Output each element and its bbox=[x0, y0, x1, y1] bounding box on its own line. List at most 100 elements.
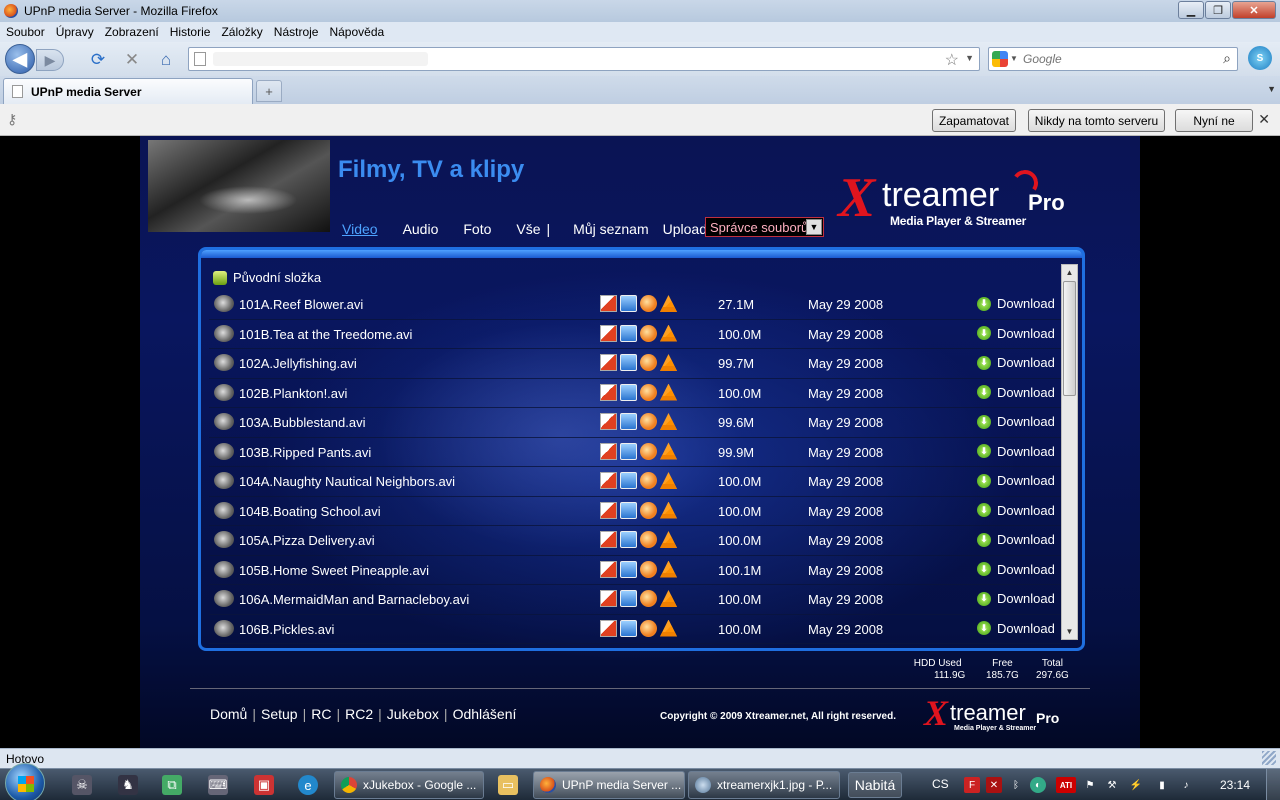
volume-icon[interactable]: ♪ bbox=[1178, 777, 1194, 793]
tv-play-icon[interactable] bbox=[620, 501, 637, 519]
forward-button[interactable]: ▶ bbox=[36, 49, 64, 71]
vlc-icon[interactable] bbox=[660, 295, 677, 312]
vlc-icon[interactable] bbox=[660, 560, 677, 578]
tv-play-icon[interactable] bbox=[620, 413, 637, 430]
tv-play-icon[interactable] bbox=[620, 354, 637, 371]
vlc-icon[interactable] bbox=[660, 413, 677, 430]
menu-zobrazeni[interactable]: Zobrazení bbox=[105, 25, 159, 39]
scroll-down-icon[interactable]: ▼ bbox=[1062, 624, 1077, 639]
nav-audio[interactable]: Audio bbox=[403, 221, 439, 237]
footer-link-rc[interactable]: RC bbox=[311, 706, 331, 722]
file-list-scrollbar[interactable]: ▲ ▼ bbox=[1061, 264, 1078, 640]
tv-play-icon[interactable] bbox=[620, 442, 637, 460]
menu-upravy[interactable]: Úpravy bbox=[56, 25, 94, 39]
tab-list-icon[interactable]: ▼ bbox=[1267, 84, 1276, 94]
taskbar-window-chrome[interactable]: xJukebox - Google ... bbox=[334, 771, 484, 799]
nav-video[interactable]: Video bbox=[342, 221, 378, 237]
download-link[interactable]: ⬇ Download bbox=[977, 473, 1055, 488]
remember-password-button[interactable]: Zapamatovat bbox=[932, 109, 1016, 132]
media-player-icon[interactable] bbox=[640, 324, 657, 342]
tools-icon[interactable]: ⚒ bbox=[1104, 777, 1120, 793]
back-button[interactable]: ◀ bbox=[5, 44, 35, 74]
tv-play-icon[interactable] bbox=[620, 383, 637, 401]
nav-foto[interactable]: Foto bbox=[463, 221, 491, 237]
bluetooth-icon[interactable]: ᛒ bbox=[1008, 777, 1024, 793]
file-name-link[interactable]: 104B.Boating School.avi bbox=[239, 504, 381, 519]
download-link[interactable]: ⬇ Download bbox=[977, 591, 1055, 606]
download-link[interactable]: ⬇ Download bbox=[977, 621, 1055, 636]
battery-status[interactable]: Nabitá bbox=[848, 772, 902, 798]
footer-link-rc2[interactable]: RC2 bbox=[345, 706, 373, 722]
footer-link-odhlaseni[interactable]: Odhlášení bbox=[453, 706, 517, 722]
tv-play-icon[interactable] bbox=[620, 590, 637, 607]
minimize-button[interactable]: ▁ bbox=[1178, 1, 1204, 19]
search-icon[interactable]: ⌕ bbox=[1223, 50, 1231, 67]
vlc-icon[interactable] bbox=[660, 501, 677, 519]
scroll-thumb[interactable] bbox=[1063, 281, 1076, 396]
download-link[interactable]: ⬇ Download bbox=[977, 532, 1055, 547]
tray-sync-icon[interactable]: ◐ bbox=[1030, 777, 1046, 793]
file-name-link[interactable]: 106B.Pickles.avi bbox=[239, 622, 334, 637]
tv-play-icon[interactable] bbox=[620, 472, 637, 489]
new-tab-button[interactable]: + bbox=[256, 80, 282, 102]
tv-play-icon[interactable] bbox=[620, 295, 637, 312]
menu-napoveda[interactable]: Nápověda bbox=[329, 25, 384, 39]
file-manager-select[interactable]: Správce souborů ▼ bbox=[705, 217, 824, 237]
file-name-link[interactable]: 102B.Plankton!.avi bbox=[239, 386, 347, 401]
footer-link-domu[interactable]: Domů bbox=[210, 706, 247, 722]
media-player-icon[interactable] bbox=[640, 590, 657, 607]
never-for-site-button[interactable]: Nikdy na tomto serveru bbox=[1028, 109, 1165, 132]
file-name-link[interactable]: 103B.Ripped Pants.avi bbox=[239, 445, 371, 460]
convert-icon[interactable] bbox=[600, 324, 617, 342]
stop-icon[interactable]: ✕ bbox=[122, 50, 142, 70]
media-player-icon[interactable] bbox=[640, 472, 657, 489]
reload-icon[interactable]: ⟳ bbox=[88, 50, 108, 70]
search-box[interactable]: ▼ ⌕ bbox=[988, 47, 1238, 71]
vlc-icon[interactable] bbox=[660, 590, 677, 607]
scroll-up-icon[interactable]: ▲ bbox=[1062, 265, 1077, 280]
convert-icon[interactable] bbox=[600, 472, 617, 489]
nav-muj-seznam[interactable]: Můj seznam bbox=[573, 221, 648, 237]
action-center-flag-icon[interactable]: ⚑ bbox=[1082, 777, 1098, 793]
file-name-link[interactable]: 104A.Naughty Nautical Neighbors.avi bbox=[239, 474, 455, 489]
media-player-icon[interactable] bbox=[640, 531, 657, 548]
quicklaunch-skull-icon[interactable]: ♞ bbox=[118, 775, 138, 795]
convert-icon[interactable] bbox=[600, 354, 617, 371]
quicklaunch-ie-icon[interactable]: e bbox=[298, 775, 318, 795]
convert-icon[interactable] bbox=[600, 531, 617, 548]
file-name-link[interactable]: 101B.Tea at the Treedome.avi bbox=[239, 327, 412, 342]
taskbar-window-image-viewer[interactable]: xtreamerxjk1.jpg - P... bbox=[688, 771, 840, 799]
media-player-icon[interactable] bbox=[640, 295, 657, 312]
tv-play-icon[interactable] bbox=[620, 619, 637, 637]
clock[interactable]: 23:14 bbox=[1220, 778, 1250, 792]
bookmark-star-icon[interactable]: ☆ bbox=[945, 50, 959, 70]
media-player-icon[interactable] bbox=[640, 501, 657, 519]
tv-play-icon[interactable] bbox=[620, 324, 637, 342]
convert-icon[interactable] bbox=[600, 619, 617, 637]
chevron-down-icon[interactable]: ▼ bbox=[806, 219, 822, 235]
tray-x-icon[interactable]: ✕ bbox=[986, 777, 1002, 793]
search-input[interactable] bbox=[1023, 51, 1203, 67]
download-link[interactable]: ⬇ Download bbox=[977, 326, 1055, 341]
vlc-icon[interactable] bbox=[660, 472, 677, 489]
quicklaunch-keyboard-icon[interactable]: ⌨ bbox=[208, 775, 228, 795]
menu-soubor[interactable]: Soubor bbox=[6, 25, 45, 39]
home-icon[interactable]: ⌂ bbox=[156, 50, 176, 70]
url-dropdown-icon[interactable]: ▼ bbox=[965, 53, 974, 63]
power-icon[interactable]: ⚡ bbox=[1128, 777, 1144, 793]
vlc-icon[interactable] bbox=[660, 619, 677, 637]
convert-icon[interactable] bbox=[600, 442, 617, 460]
vlc-icon[interactable] bbox=[660, 531, 677, 548]
quicklaunch-folder-icon[interactable]: ▭ bbox=[498, 775, 518, 795]
download-link[interactable]: ⬇ Download bbox=[977, 444, 1055, 459]
footer-link-setup[interactable]: Setup bbox=[261, 706, 298, 722]
nav-upload[interactable]: Upload bbox=[663, 221, 707, 237]
show-desktop-button[interactable] bbox=[1266, 769, 1280, 800]
quicklaunch-save-icon[interactable]: ▣ bbox=[254, 775, 274, 795]
taskbar-window-firefox[interactable]: UPnP media Server ... bbox=[533, 771, 685, 799]
engine-dropdown-icon[interactable]: ▼ bbox=[1010, 54, 1018, 63]
language-indicator[interactable]: CS bbox=[932, 777, 949, 791]
tray-app-icon[interactable]: F bbox=[964, 777, 980, 793]
quicklaunch-network-icon[interactable]: ⧉ bbox=[162, 775, 182, 795]
close-window-button[interactable]: ✕ bbox=[1232, 1, 1276, 19]
